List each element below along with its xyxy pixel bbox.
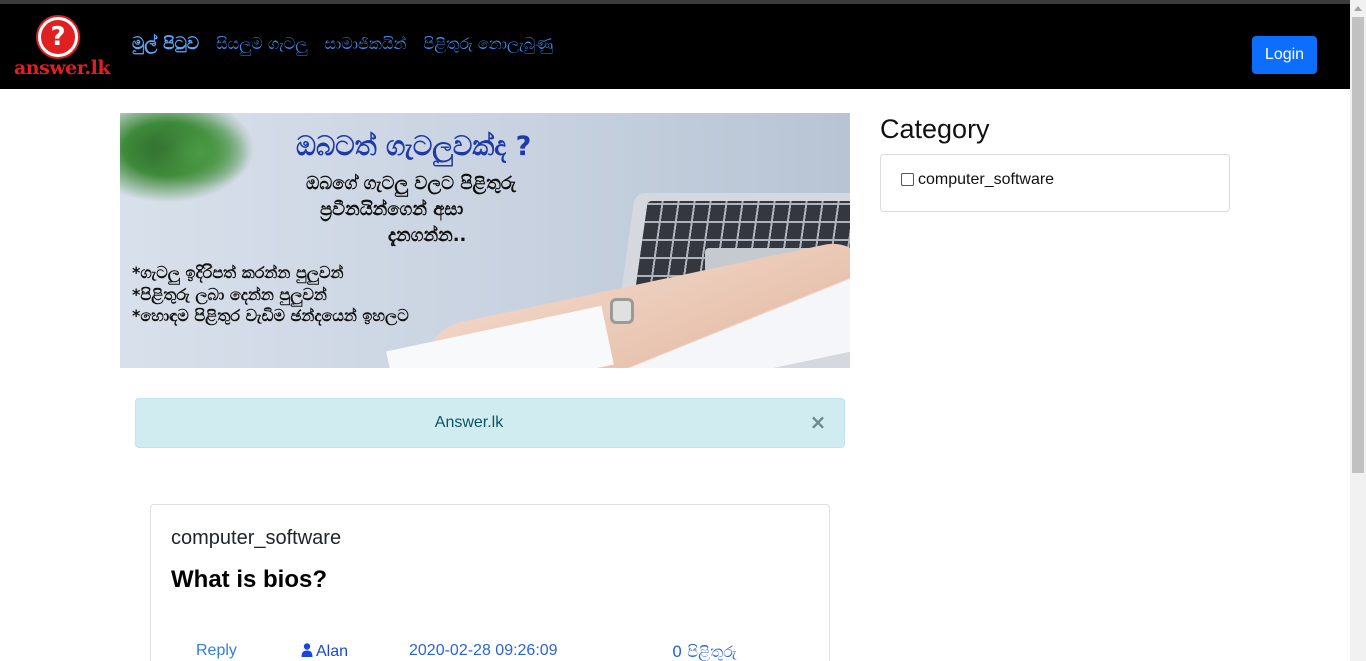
alert-message: Answer.lk (434, 414, 504, 431)
question-category: computer_software (171, 527, 342, 549)
banner-point-1: *ගැටලු ඉදිරිපත් කරන්න පුලුවන් (132, 263, 344, 282)
hero-banner: ඔබටත් ගැටලුවක්ද ? ඔබගේ ගැටලු වලට පිළිතුර… (120, 113, 850, 368)
watch-icon (610, 298, 634, 324)
scroll-up-arrow-icon[interactable] (1354, 6, 1362, 11)
answers-count-link[interactable]: 0 පිළිතුරු (672, 642, 737, 661)
info-alert: Answer.lk × (135, 398, 845, 448)
logo-text: answer.lk (14, 57, 111, 79)
reply-link[interactable]: Reply (196, 642, 237, 660)
scrollbar-thumb[interactable] (1352, 17, 1364, 473)
category-label: computer_software (918, 171, 1055, 188)
nav-item-home[interactable]: මුල් පිටුව (132, 34, 199, 54)
site-logo[interactable]: answer.lk (14, 17, 111, 79)
banner-title: ඔබටත් ගැටලුවක්ද ? (296, 131, 532, 162)
category-heading: Category (880, 114, 990, 144)
question-mark-icon (38, 17, 78, 57)
banner-line-2: ප්‍රවීනයින්ගෙන් අසා (320, 199, 464, 220)
banner-point-3: *හොඳම පිළිතුර වැඩිම ඡන්දයෙන් ඉහලට (132, 306, 409, 325)
login-button[interactable]: Login (1252, 36, 1317, 74)
author-name: Alan (316, 643, 349, 660)
plant-leaves (150, 118, 250, 188)
close-icon[interactable]: × (808, 411, 828, 433)
category-list: computer_software (880, 154, 1230, 212)
banner-line-1: ඔබගේ ගැටලු වලට පිළිතුරු (306, 173, 516, 194)
category-checkbox[interactable] (901, 172, 914, 186)
question-datetime: 2020-02-28 09:26:09 (409, 642, 558, 659)
banner-point-2: *පිළිතුරු ලබා දෙන්න පුලුවන් (132, 285, 327, 304)
nav-item-unanswered[interactable]: පිළිතුරු නොලැබුණු (423, 34, 553, 54)
banner-line-3: දැනගන්න.. (388, 225, 467, 246)
question-card: computer_software What is bios? Reply Al… (150, 504, 830, 661)
nav-item-all-questions[interactable]: සියලුම ගැටලු (216, 34, 307, 54)
nav-item-members[interactable]: සාමාජිකයින් (325, 34, 407, 54)
author-link[interactable]: Alan (301, 642, 348, 661)
navbar: answer.lk මුල් පිටුව සියලුම ගැටලු සාමාජි… (0, 4, 1350, 89)
nav-links: මුල් පිටුව සියලුම ගැටලු සාමාජිකයින් පිළි… (132, 34, 553, 54)
user-icon (301, 643, 313, 657)
question-title[interactable]: What is bios? (171, 566, 327, 594)
category-item[interactable]: computer_software (901, 171, 1054, 189)
